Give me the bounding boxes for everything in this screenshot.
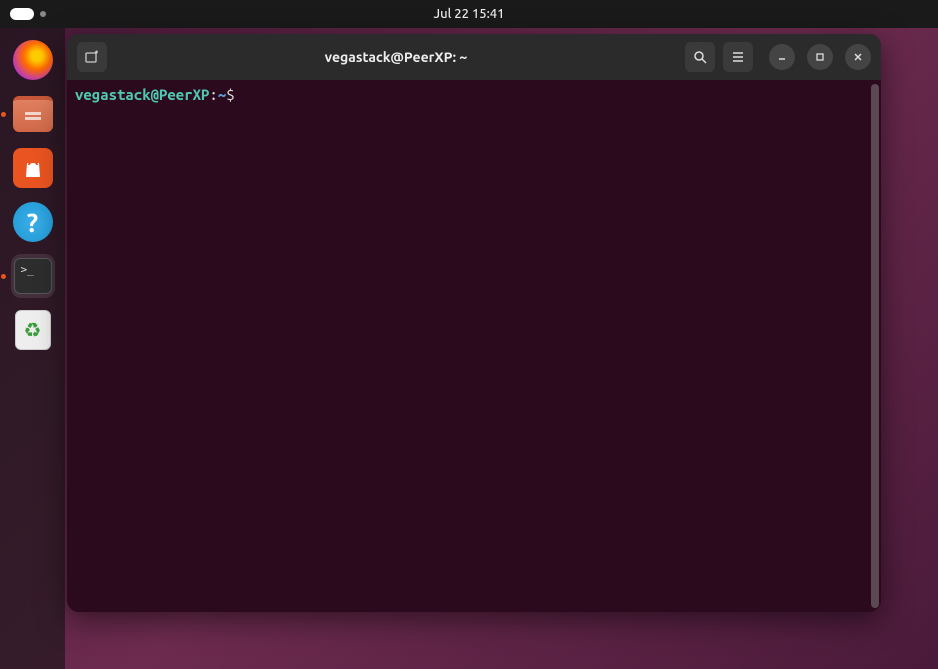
close-button[interactable] (845, 44, 871, 70)
new-tab-icon (84, 49, 100, 65)
window-title: vegastack@PeerXP: ~ (115, 49, 677, 65)
shopping-bag-icon (21, 156, 45, 180)
dock-item-trash[interactable]: ♻ (11, 308, 55, 352)
workspace-indicator[interactable] (40, 11, 46, 17)
files-icon (13, 96, 53, 132)
prompt-symbol: $ (226, 86, 234, 103)
hamburger-menu-button[interactable] (723, 42, 753, 72)
dock-item-software[interactable] (11, 146, 55, 190)
firefox-icon (13, 40, 53, 80)
minimize-icon (777, 52, 787, 62)
dock: ? ♻ (0, 28, 65, 669)
new-tab-button[interactable] (77, 42, 107, 72)
trash-icon: ♻ (15, 310, 51, 350)
dock-item-help[interactable]: ? (11, 200, 55, 244)
search-icon (693, 50, 708, 65)
prompt-user-host: vegastack@PeerXP (75, 86, 209, 103)
terminal-body[interactable]: vegastack@PeerXP:~$ (67, 80, 881, 612)
software-center-icon (13, 148, 53, 188)
maximize-icon (815, 52, 825, 62)
help-icon: ? (13, 202, 53, 242)
titlebar[interactable]: vegastack@PeerXP: ~ (67, 34, 881, 80)
hamburger-icon (731, 50, 745, 64)
terminal-window: vegastack@PeerXP: ~ (67, 34, 881, 612)
search-button[interactable] (685, 42, 715, 72)
close-icon (853, 52, 863, 62)
maximize-button[interactable] (807, 44, 833, 70)
scrollbar[interactable] (871, 84, 879, 608)
dock-item-firefox[interactable] (11, 38, 55, 82)
dock-item-files[interactable] (11, 92, 55, 136)
activities-button[interactable] (10, 8, 34, 20)
clock[interactable]: Jul 22 15:41 (434, 7, 505, 21)
prompt-path: ~ (218, 86, 226, 103)
recycle-icon: ♻ (24, 318, 42, 342)
dock-item-terminal[interactable] (11, 254, 55, 298)
prompt-separator: : (209, 86, 217, 103)
top-panel: Jul 22 15:41 (0, 0, 938, 28)
minimize-button[interactable] (769, 44, 795, 70)
terminal-icon (14, 258, 52, 294)
